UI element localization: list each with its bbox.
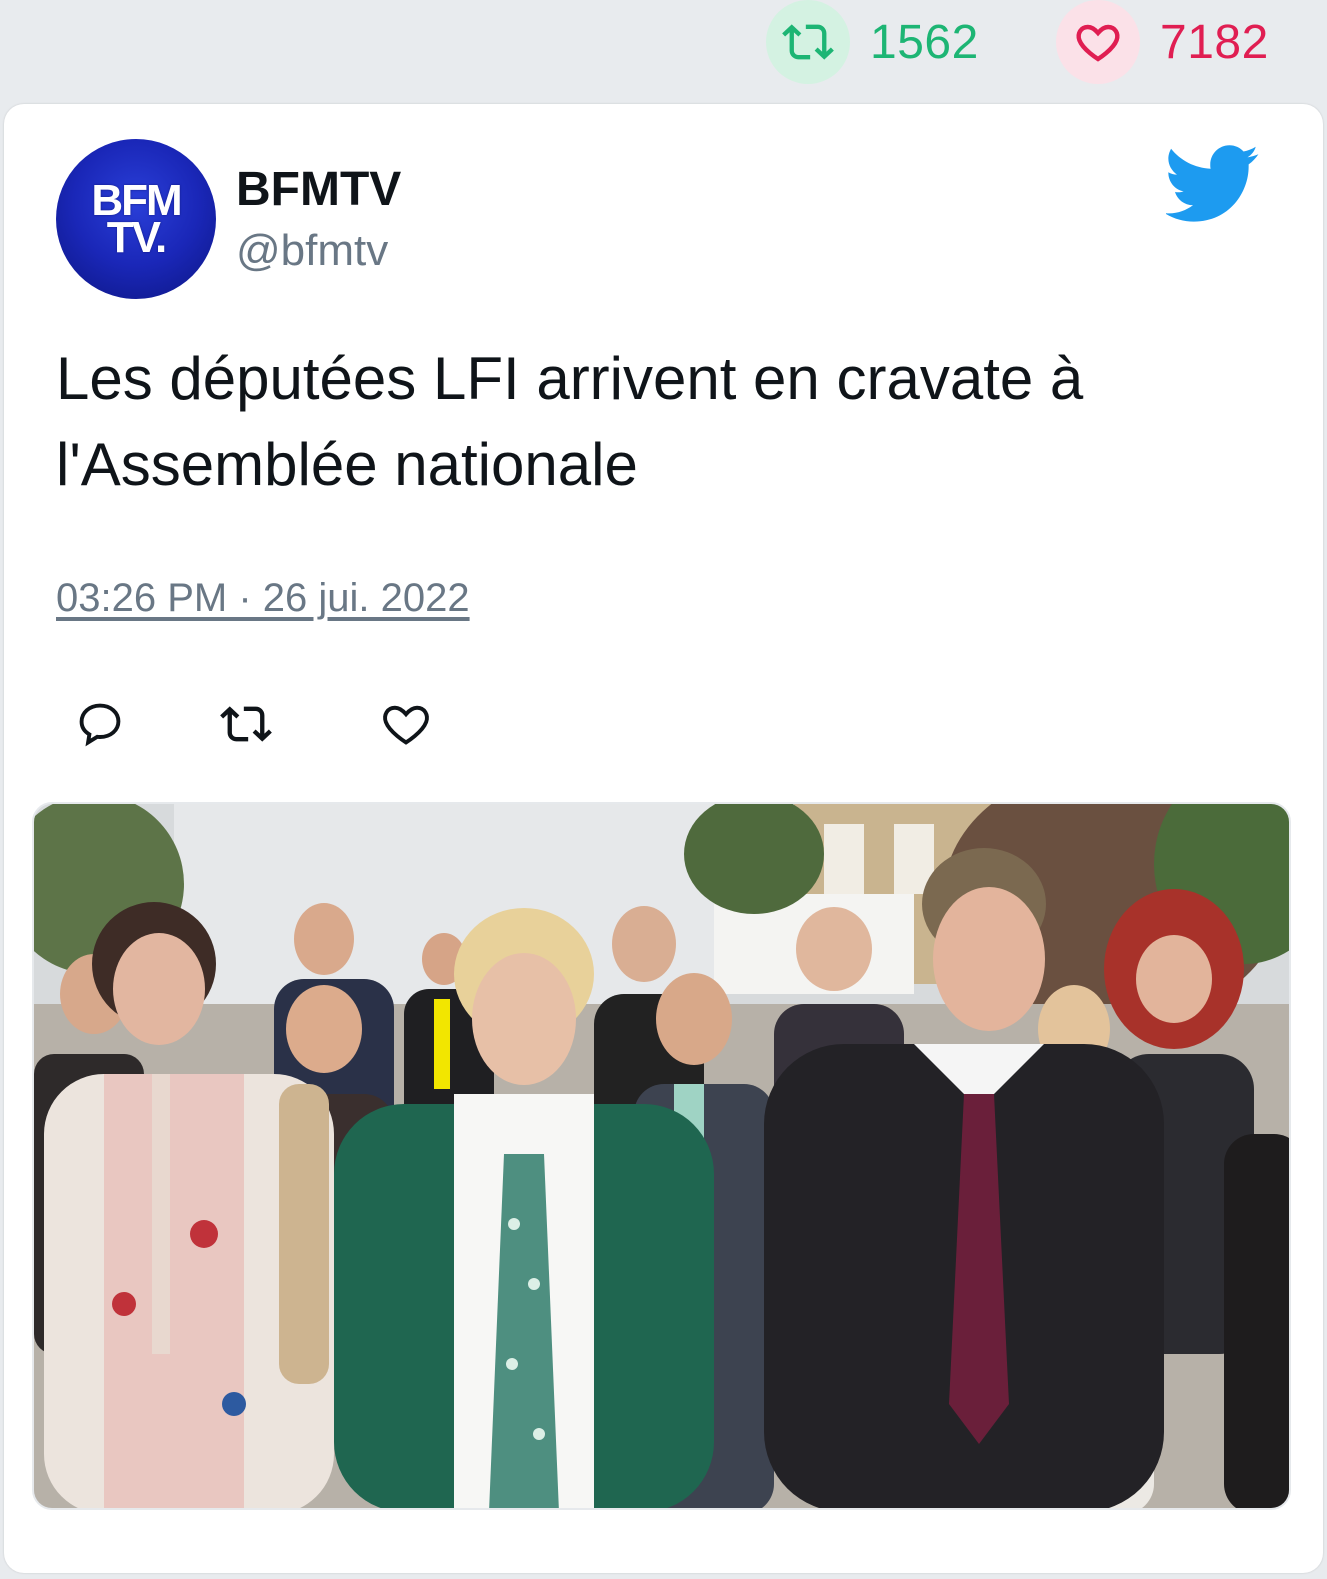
like-stat[interactable]: 7182 <box>1056 0 1269 84</box>
tweet-timestamp[interactable]: 03:26 PM · 26 jui. 2022 <box>56 576 470 621</box>
tweet-actions <box>56 694 476 754</box>
tweet-media-photo[interactable] <box>32 802 1291 1510</box>
retweet-icon[interactable] <box>216 694 276 754</box>
display-name[interactable]: BFMTV <box>236 162 401 217</box>
photo-illustration <box>34 804 1289 1508</box>
twitter-bird-icon[interactable] <box>1164 144 1260 224</box>
user-handle[interactable]: @bfmtv <box>236 226 388 276</box>
heart-icon[interactable] <box>376 694 436 754</box>
retweet-stat[interactable]: 1562 <box>766 0 979 84</box>
avatar-logo-line2: TV. <box>106 213 167 262</box>
tweet-card: BFM TV. BFMTV @bfmtv Les députées LFI ar… <box>4 104 1323 1573</box>
stats-bar: 1562 7182 <box>0 0 1327 104</box>
heart-icon[interactable] <box>1056 0 1140 84</box>
retweet-count: 1562 <box>870 15 979 69</box>
like-count: 7182 <box>1160 15 1269 69</box>
avatar[interactable]: BFM TV. <box>56 139 216 299</box>
reply-icon[interactable] <box>70 694 130 754</box>
retweet-icon[interactable] <box>766 0 850 84</box>
tweet-text: Les députées LFI arrivent en cravate à l… <box>56 345 1084 498</box>
